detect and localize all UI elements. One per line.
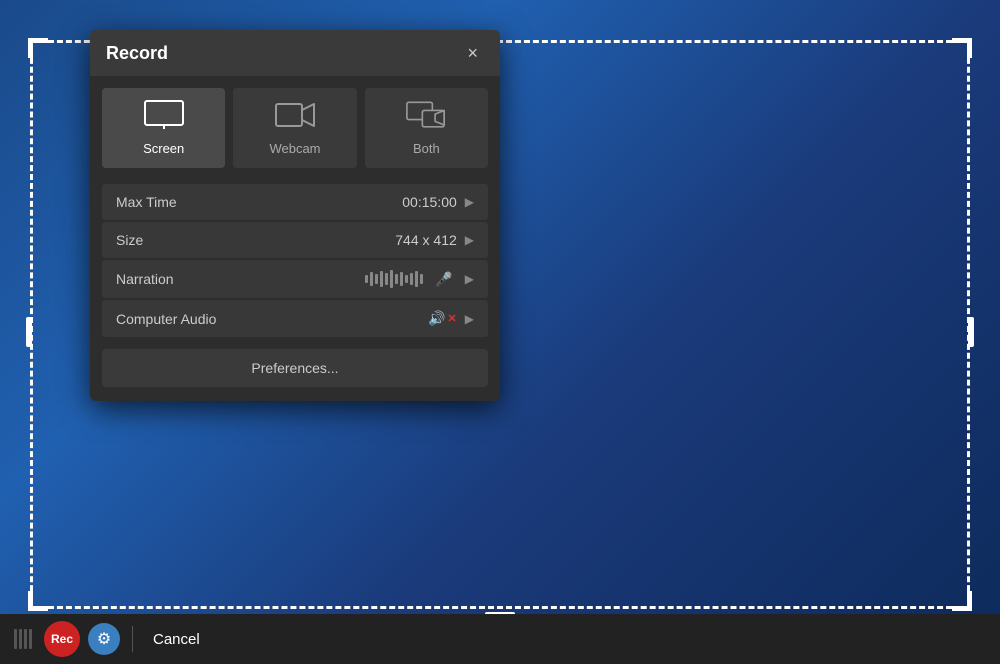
max-time-label: Max Time [116, 194, 177, 210]
max-time-value: 00:15:00 [402, 194, 457, 210]
corner-br [952, 591, 972, 611]
both-icon [406, 100, 446, 133]
record-dialog: Record × Screen Webcam [90, 30, 500, 401]
max-time-chevron-icon: ▶ [465, 195, 474, 209]
dialog-title: Record [106, 43, 168, 64]
settings-gear-button[interactable]: ⚙ [88, 623, 120, 655]
size-label: Size [116, 232, 143, 248]
preferences-section: Preferences... [90, 349, 500, 401]
narration-value-group: 🎤 ▶ [365, 270, 474, 288]
computer-audio-label: Computer Audio [116, 311, 216, 327]
settings-section: Max Time 00:15:00 ▶ Size 744 x 412 ▶ Nar… [90, 180, 500, 349]
rec-button[interactable]: Rec [44, 621, 80, 657]
preferences-button[interactable]: Preferences... [102, 349, 488, 387]
mode-webcam-button[interactable]: Webcam [233, 88, 356, 168]
dialog-header: Record × [90, 30, 500, 76]
narration-row[interactable]: Narration 🎤 ▶ [102, 260, 488, 298]
max-time-row[interactable]: Max Time 00:15:00 ▶ [102, 184, 488, 220]
mode-section: Screen Webcam Both [90, 76, 500, 180]
mode-both-label: Both [413, 141, 440, 156]
wave-bar-1 [365, 275, 368, 283]
speaker-muted-icon: 🔊 ✕ [428, 310, 457, 327]
corner-tl [28, 38, 48, 58]
wave-bar-4 [380, 271, 383, 287]
wave-bar-6 [390, 270, 393, 288]
stripe-1 [14, 629, 17, 649]
mode-screen-label: Screen [143, 141, 184, 156]
size-value: 744 x 412 [395, 232, 457, 248]
stripe-4 [29, 629, 32, 649]
bottom-toolbar: Rec ⚙ Cancel [0, 614, 1000, 664]
mode-screen-button[interactable]: Screen [102, 88, 225, 168]
wave-bar-3 [375, 274, 378, 284]
narration-waveform [365, 270, 423, 288]
computer-audio-row[interactable]: Computer Audio 🔊 ✕ ▶ [102, 300, 488, 337]
stripe-3 [24, 629, 27, 649]
wave-bar-8 [400, 272, 403, 286]
size-row[interactable]: Size 744 x 412 ▶ [102, 222, 488, 258]
max-time-value-group: 00:15:00 ▶ [402, 194, 474, 210]
mode-webcam-label: Webcam [269, 141, 320, 156]
wave-bar-10 [410, 273, 413, 285]
screen-icon [144, 100, 184, 133]
computer-audio-chevron-icon: ▶ [465, 312, 474, 326]
wave-bar-7 [395, 274, 398, 284]
toolbar-stripes [14, 629, 32, 649]
toolbar-divider [132, 626, 133, 652]
handle-left[interactable] [26, 317, 32, 347]
narration-label: Narration [116, 271, 174, 287]
microphone-icon: 🎤 [435, 271, 452, 288]
gear-icon: ⚙ [97, 629, 111, 649]
muted-x-icon: ✕ [448, 312, 457, 325]
mode-both-button[interactable]: Both [365, 88, 488, 168]
size-value-group: 744 x 412 ▶ [395, 232, 474, 248]
narration-chevron-icon: ▶ [465, 272, 474, 286]
corner-tr [952, 38, 972, 58]
size-chevron-icon: ▶ [465, 233, 474, 247]
webcam-icon [275, 100, 315, 133]
wave-bar-9 [405, 275, 408, 283]
wave-bar-12 [420, 274, 423, 284]
wave-bar-2 [370, 272, 373, 286]
wave-bar-5 [385, 273, 388, 285]
handle-right[interactable] [968, 317, 974, 347]
speaker-icon: 🔊 [428, 310, 445, 327]
close-button[interactable]: × [461, 42, 484, 64]
cancel-button[interactable]: Cancel [145, 627, 208, 652]
computer-audio-value-group: 🔊 ✕ ▶ [428, 310, 474, 327]
wave-bar-11 [415, 271, 418, 287]
corner-bl [28, 591, 48, 611]
stripe-2 [19, 629, 22, 649]
